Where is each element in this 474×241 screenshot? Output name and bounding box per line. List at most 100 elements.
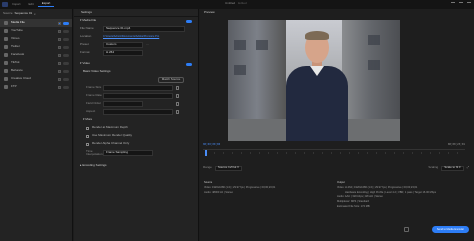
hair	[305, 31, 329, 40]
lock-icon[interactable]	[176, 94, 179, 98]
destination-checkbox[interactable]	[58, 77, 61, 81]
destination-controls	[58, 45, 69, 49]
video-toggle[interactable]	[186, 62, 192, 66]
match-source-row: Match Source	[74, 76, 198, 84]
encoding-label: Encoding Settings	[82, 163, 107, 168]
destination-toggle[interactable]	[63, 69, 69, 73]
lock-icon[interactable]	[176, 110, 179, 114]
settings-header: Settings	[74, 9, 198, 17]
location-link[interactable]: C:\Users\Admin\Documents\Adobe\Premiere …	[103, 35, 159, 38]
destination-controls	[58, 53, 69, 57]
destination-label: Twitter	[11, 44, 20, 49]
destination-behance[interactable]: Behance	[0, 67, 72, 75]
destination-controls	[58, 77, 69, 81]
render-max-depth-checkbox[interactable]	[86, 126, 89, 130]
window-controls	[451, 2, 471, 6]
media-file-toggle[interactable]	[186, 19, 192, 23]
frame-size-select[interactable]	[103, 85, 173, 91]
render-max-depth-row[interactable]: Render at Maximum Depth	[74, 124, 198, 132]
timeline-ruler	[205, 152, 463, 154]
render-alpha-row[interactable]: Render Alpha Channel Only	[74, 140, 198, 148]
destination-checkbox[interactable]	[58, 21, 61, 25]
more-options-icon[interactable]: ···	[146, 43, 149, 47]
ftp-icon	[4, 85, 8, 89]
max-quality-row[interactable]: Use Maximum Render Quality	[74, 132, 198, 140]
building-window	[256, 40, 268, 50]
destination-checkbox[interactable]	[58, 61, 61, 65]
media-file-section[interactable]: ▾ Media File	[74, 17, 198, 25]
destination-controls	[58, 85, 69, 89]
match-source-button[interactable]: Match Source	[158, 77, 184, 83]
scaling-value: Scale to fit	[444, 165, 459, 170]
media-file-icon	[4, 21, 8, 25]
close-icon[interactable]	[467, 2, 471, 6]
destination-vimeo[interactable]: Vimeo	[0, 35, 72, 43]
destination-toggle[interactable]	[63, 53, 69, 57]
destination-checkbox[interactable]	[58, 53, 61, 57]
destination-toggle[interactable]	[63, 29, 69, 33]
minimize-icon[interactable]	[451, 2, 455, 6]
output-heading: Output	[337, 181, 345, 184]
destination-checkbox[interactable]	[58, 45, 61, 49]
location-label: Location	[80, 34, 92, 39]
destination-toggle[interactable]	[63, 77, 69, 81]
format-label: Format	[80, 50, 90, 55]
app-topbar: Import Edit Export Untitled Edited	[0, 0, 474, 9]
destination-toggle[interactable]	[63, 45, 69, 49]
output-size: Estimated File Size: 174 MB	[337, 204, 370, 208]
building-window	[368, 35, 380, 45]
lock-icon[interactable]	[176, 86, 179, 90]
field-order-select[interactable]	[103, 101, 143, 107]
destination-ftp[interactable]: FTP	[0, 83, 72, 91]
frame-size-row: Frame Size	[74, 84, 198, 92]
timecode-start: 00;00;00;00	[203, 143, 221, 146]
time-interp-label: Time Interpolation	[86, 148, 103, 156]
source-selector[interactable]: Source Sequence 01 ▾	[0, 9, 72, 19]
range-select[interactable]: Source In/Out ▾	[214, 165, 242, 171]
basic-video-section[interactable]: Basic Video Settings	[74, 68, 198, 76]
time-interp-select[interactable]: Frame Sampling	[103, 150, 153, 156]
file-name-input[interactable]: Sequence 01.mp4	[103, 26, 185, 32]
destination-checkbox[interactable]	[58, 85, 61, 89]
tab-import[interactable]: Import	[8, 2, 25, 7]
destination-toggle[interactable]	[63, 37, 69, 41]
lock-icon[interactable]	[176, 102, 179, 106]
destination-youtube[interactable]: YouTube	[0, 27, 72, 35]
more-section[interactable]: ▾ More	[74, 116, 198, 124]
render-alpha-checkbox[interactable]	[86, 142, 89, 146]
video-label: Video	[82, 61, 90, 66]
destination-toggle[interactable]	[63, 85, 69, 89]
playhead[interactable]	[205, 150, 207, 156]
frame-rate-select[interactable]	[103, 93, 173, 99]
preset-row: Preset Custom ···	[74, 41, 198, 49]
tab-export[interactable]: Export	[37, 1, 55, 8]
destination-toggle[interactable]	[63, 21, 69, 25]
destination-twitter[interactable]: Twitter	[0, 43, 72, 51]
preview-timeline[interactable]	[203, 149, 465, 156]
destinations-panel: Source Sequence 01 ▾ Media File YouTube Vi…	[0, 9, 73, 241]
tab-edit[interactable]: Edit	[25, 2, 38, 7]
encoding-section[interactable]: ▸ Encoding Settings	[74, 162, 198, 170]
aspect-select[interactable]	[103, 109, 173, 115]
preset-select[interactable]: Custom	[103, 42, 143, 48]
destination-checkbox[interactable]	[58, 69, 61, 73]
scaling-select[interactable]: Scale to fit ▾	[441, 165, 464, 171]
window-title: Untitled Edited	[225, 1, 247, 6]
queue-icon[interactable]	[404, 227, 409, 232]
format-select[interactable]: H.264	[103, 50, 143, 56]
destination-facebook[interactable]: Facebook	[0, 51, 72, 59]
source-video: Video: 1920x1080 (1.0) | 29.97 fps | Pro…	[204, 186, 276, 190]
send-to-media-encoder-button[interactable]: Send to Media Encoder	[431, 226, 469, 233]
destination-tiktok[interactable]: TikTok	[0, 59, 72, 67]
video-section[interactable]: ▾ Video	[74, 60, 198, 68]
max-quality-checkbox[interactable]	[86, 134, 89, 138]
file-name-row: File Name Sequence 01.mp4	[74, 25, 198, 33]
maximize-icon[interactable]	[459, 2, 463, 6]
destination-creative-cloud[interactable]: Creative Cloud	[0, 75, 72, 83]
destination-toggle[interactable]	[63, 61, 69, 65]
fullscreen-icon[interactable]: ⤢	[467, 166, 469, 170]
destination-checkbox[interactable]	[58, 29, 61, 33]
frame-rate-label: Frame Rate	[86, 93, 102, 98]
destination-media-file[interactable]: Media File	[0, 19, 72, 27]
destination-checkbox[interactable]	[58, 37, 61, 41]
